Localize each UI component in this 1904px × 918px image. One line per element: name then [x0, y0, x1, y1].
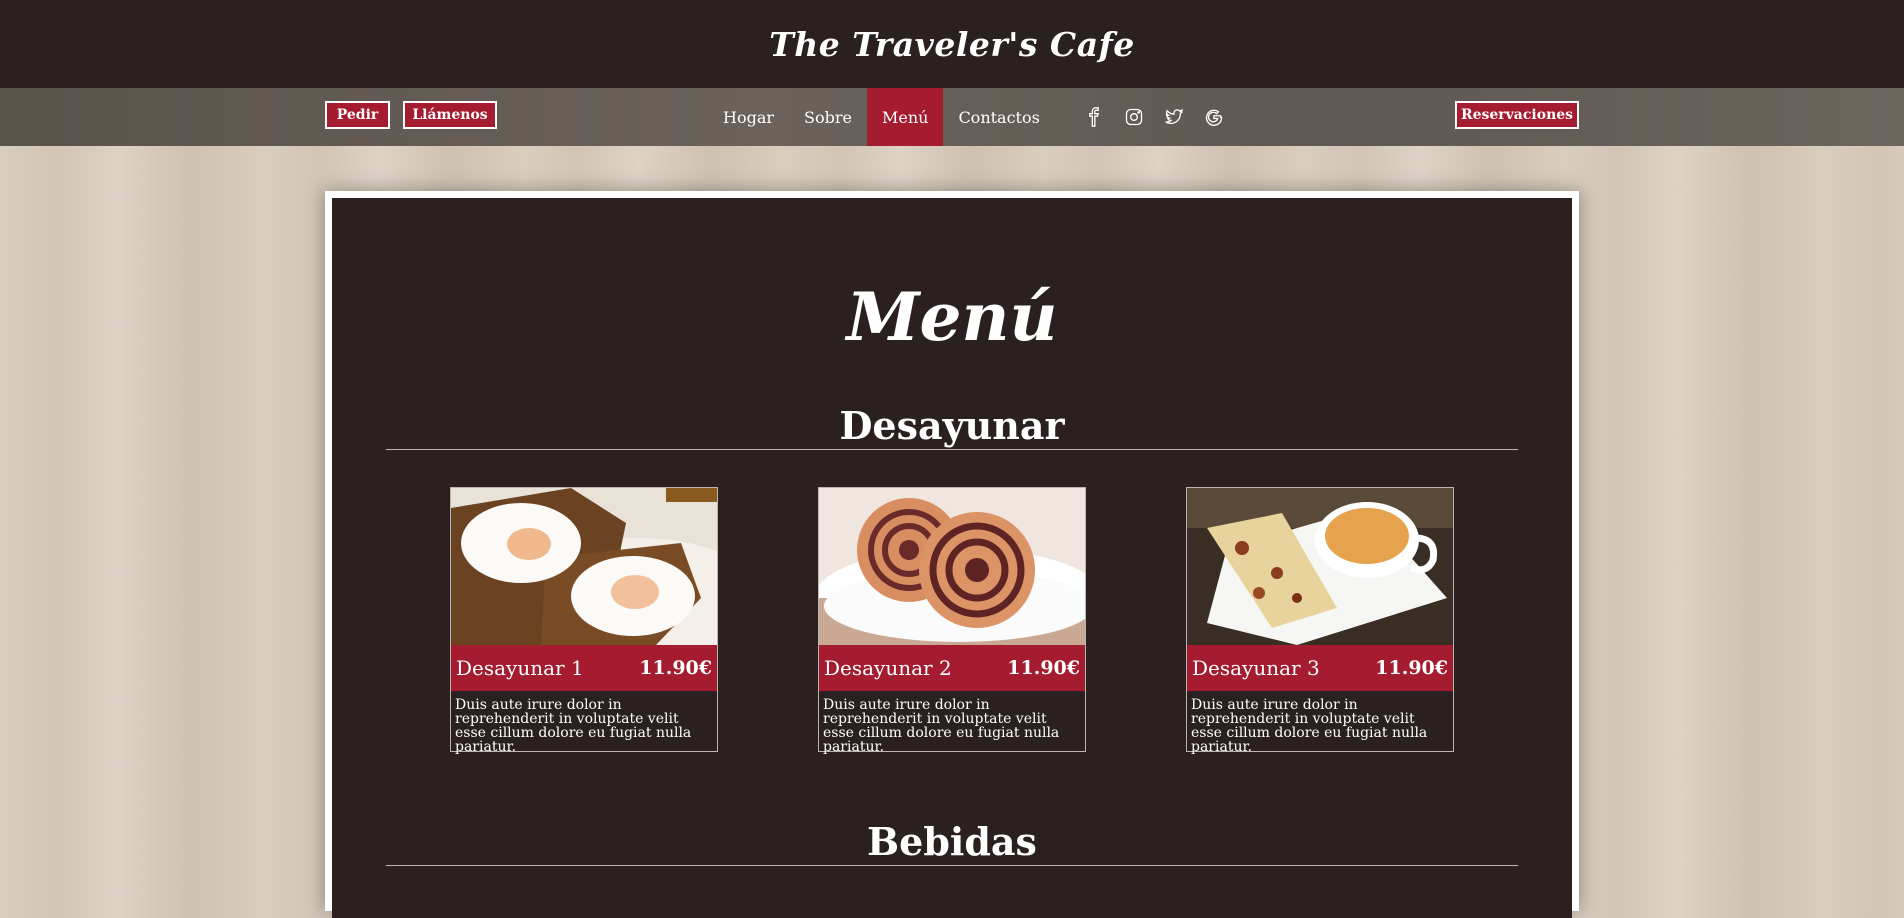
menu-panel-frame: Menú Desayunar Desayunar 1 11.90€ Duis a…: [325, 191, 1579, 918]
breakfast-eggs-image: [451, 488, 717, 645]
card-header: Desayunar 2 11.90€: [819, 645, 1085, 691]
menu-panel: Menú Desayunar Desayunar 1 11.90€ Duis a…: [332, 198, 1572, 918]
menu-card[interactable]: Desayunar 1 11.90€ Duis aute irure dolor…: [450, 487, 718, 755]
breakfast-coffee-cake-image: [1187, 488, 1453, 645]
item-description: Duis aute irure dolor in reprehenderit i…: [1191, 697, 1428, 755]
nav-links: Hogar Sobre Menú Contactos: [708, 88, 1055, 146]
social-links: [1082, 88, 1226, 146]
top-header: The Traveler's Cafe: [0, 0, 1904, 88]
menu-card[interactable]: Desayunar 3 11.90€ Duis aute irure dolor…: [1186, 487, 1454, 755]
item-name: Desayunar 2: [824, 656, 952, 680]
item-description: Duis aute irure dolor in reprehenderit i…: [455, 697, 692, 755]
google-icon[interactable]: [1202, 105, 1226, 129]
order-button[interactable]: Pedir: [325, 101, 390, 129]
twitter-icon[interactable]: [1162, 105, 1186, 129]
card-header: Desayunar 1 11.90€: [451, 645, 717, 691]
site-brand[interactable]: The Traveler's Cafe: [769, 25, 1135, 64]
section-divider: [386, 449, 1518, 450]
nav-link-home[interactable]: Hogar: [708, 88, 789, 146]
call-button[interactable]: Llámenos: [403, 101, 497, 129]
item-price: 11.90€: [1375, 657, 1448, 679]
item-name: Desayunar 1: [456, 656, 584, 680]
section-divider: [386, 865, 1518, 866]
nav-link-contacts[interactable]: Contactos: [943, 88, 1054, 146]
section-title-drinks: Bebidas: [867, 819, 1037, 864]
facebook-icon[interactable]: [1082, 105, 1106, 129]
instagram-icon[interactable]: [1122, 105, 1146, 129]
item-price: 11.90€: [1007, 657, 1080, 679]
nav-bar: Pedir Llámenos Hogar Sobre Menú Contacto…: [0, 88, 1904, 146]
card-header: Desayunar 3 11.90€: [1187, 645, 1453, 691]
nav-link-menu[interactable]: Menú: [866, 88, 944, 146]
nav-link-about[interactable]: Sobre: [789, 88, 867, 146]
breakfast-pastry-image: [819, 488, 1085, 645]
section-title-breakfast: Desayunar: [839, 403, 1065, 448]
item-description: Duis aute irure dolor in reprehenderit i…: [823, 697, 1060, 755]
menu-card[interactable]: Desayunar 2 11.90€ Duis aute irure dolor…: [818, 487, 1086, 755]
page-title: Menú: [846, 278, 1058, 356]
item-price: 11.90€: [639, 657, 712, 679]
item-name: Desayunar 3: [1192, 656, 1320, 680]
reservations-button[interactable]: Reservaciones: [1455, 101, 1579, 129]
